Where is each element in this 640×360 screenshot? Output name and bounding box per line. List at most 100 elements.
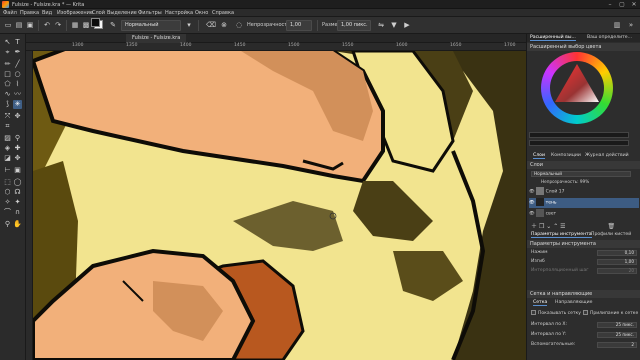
ellipse-select-icon[interactable]: ◯ [13,178,22,187]
color-swatch-strip[interactable] [529,140,629,146]
preserve-alpha-icon[interactable]: ⊗ [219,20,229,30]
colorize-mask-icon[interactable]: ◈ [3,144,12,153]
tab-grid[interactable]: Сетка [533,300,548,306]
freehand-path-icon[interactable]: 〰 [13,90,22,99]
menu-file[interactable]: Файл [3,10,17,16]
workspace-icon[interactable]: ▥ [612,20,622,30]
pan-icon[interactable]: ✋ [13,220,22,229]
chevron-right-icon[interactable]: » [626,20,636,30]
menu-layer[interactable]: Слой [92,10,105,16]
measure-icon[interactable]: ⊢ [3,166,12,175]
opacity-field[interactable]: 1,00 [286,20,312,31]
layer-opacity[interactable]: Непрозрачность: 99% [541,178,589,186]
rect-select-icon[interactable]: ⬚ [3,178,12,187]
reference-image-icon[interactable]: ▣ [13,166,22,175]
bezier-select-icon[interactable]: ⌒ [3,208,12,217]
layer-row[interactable]: 👁 Слой 17 [529,187,639,197]
wrap-around-icon[interactable]: ▼ [389,20,399,30]
contiguous-select-icon[interactable]: ✧ [3,198,12,207]
move-up-icon[interactable]: ⌃ [553,223,558,230]
save-icon[interactable]: ▣ [25,20,35,30]
menu-view[interactable]: Вид [42,10,52,16]
tab-undo-history[interactable]: Журнал действий [585,153,629,158]
maximize-button[interactable]: ▢ [616,0,628,9]
color-triangle[interactable] [541,52,613,124]
minimize-button[interactable]: – [604,0,616,9]
document-tab[interactable]: Fulsize - Fulsize.kra [126,34,187,43]
gradient-tool-icon[interactable]: ▨ [3,134,12,143]
menu-edit[interactable]: Правка [20,10,39,16]
close-button[interactable]: ✕ [628,0,640,9]
multibrush-icon[interactable]: ✳ [13,100,22,109]
menu-filters[interactable]: Фильтры [138,10,162,16]
eye-icon[interactable]: 👁 [529,212,535,217]
color-wheel[interactable] [541,52,613,124]
open-document-icon[interactable]: ▤ [14,20,24,30]
gradient-icon[interactable]: ▦ [70,20,80,30]
copy-layer-icon[interactable]: ❐ [539,223,544,230]
delete-layer-icon[interactable]: 🗑 [607,223,615,230]
properties-icon[interactable]: ☰ [560,223,565,230]
crop-icon[interactable]: ⌗ [3,122,12,131]
layer-row[interactable]: 👁 свет [529,209,639,219]
add-layer-icon[interactable]: ＋ [531,223,537,230]
layer-row-selected[interactable]: 👁 тень [529,198,639,208]
menu-window[interactable]: Окно [195,10,208,16]
blend-mode-select[interactable]: Нормальный [121,20,181,31]
layer-blend-mode[interactable]: Нормальный [531,171,631,177]
polygon-select-icon[interactable]: ⬡ [3,188,12,197]
color-picker-icon[interactable]: ⚲ [13,134,22,143]
tab-compositions[interactable]: Композиции [551,153,581,158]
rectangle-tool-icon[interactable]: □ [3,70,12,79]
show-grid-checkbox[interactable]: Показывать сетку [531,310,583,318]
calligraphy-icon[interactable]: ✒ [13,48,22,57]
size-field[interactable]: 1,00 пикс. [337,20,371,31]
flip-icon[interactable]: ▶ [402,20,412,30]
grid-spacing-x[interactable]: 25 пикс. [597,322,637,328]
magnetic-select-icon[interactable]: ∩ [13,208,22,217]
param-field[interactable]: 20 [597,268,637,274]
dynamic-brush-icon[interactable]: ⟆ [3,100,12,109]
chevron-down-icon[interactable]: ▾ [184,20,194,30]
fill-tool-icon[interactable]: ◪ [3,154,12,163]
param-field[interactable]: 1,00 [597,259,637,265]
drawing-canvas[interactable] [33,51,526,360]
menu-settings[interactable]: Настройка [165,10,193,16]
eraser-mode-icon[interactable]: ⌫ [206,20,216,30]
move-down-icon[interactable]: ⌄ [546,223,551,230]
foreground-color-swatch[interactable] [91,18,100,27]
undo-icon[interactable]: ↶ [42,20,52,30]
menu-select[interactable]: Выделение [107,10,137,16]
bezier-tool-icon[interactable]: ∿ [3,90,12,99]
tab-advanced-color[interactable]: Расширенный вы... [530,35,576,41]
pressure-icon[interactable]: ◌ [234,20,244,30]
move-icon[interactable]: ✥ [13,112,22,121]
param-field[interactable]: 0,10 [597,250,637,256]
new-document-icon[interactable]: ▭ [3,20,13,30]
pattern-icon[interactable]: ▩ [81,20,91,30]
menu-help[interactable]: Справка [212,10,234,16]
eye-icon[interactable]: 👁 [529,190,535,195]
similar-select-icon[interactable]: ✦ [13,198,22,207]
menu-image[interactable]: Изображение [57,10,93,16]
color-history-strip[interactable] [529,132,629,138]
snap-grid-checkbox[interactable]: Прилипание к сетке [583,310,639,318]
select-shape-icon[interactable]: ↖ [3,38,12,47]
tab-specific-color[interactable]: Ваш определите... [587,35,632,40]
tab-brush-presets[interactable]: Профили кистей [591,232,631,237]
grid-spacing-y[interactable]: 25 пикс. [597,332,637,338]
line-tool-icon[interactable]: ╱ [13,60,22,69]
freehand-brush-icon[interactable]: ✏ [3,60,12,69]
polyline-tool-icon[interactable]: ⌇ [13,80,22,89]
tab-guides[interactable]: Направляющие [555,300,592,305]
assistant-tool-icon[interactable]: ✥ [13,154,22,163]
freehand-select-icon[interactable]: ☊ [13,188,22,197]
polygon-tool-icon[interactable]: ⬠ [3,80,12,89]
zoom-icon[interactable]: ⚲ [3,220,12,229]
ellipse-tool-icon[interactable]: ○ [13,70,22,79]
edit-shape-icon[interactable]: ⌖ [3,48,12,57]
tab-tool-options[interactable]: Параметры инструмента [531,232,592,238]
smart-patch-icon[interactable]: ✚ [13,144,22,153]
tab-layers[interactable]: Слои [533,153,545,159]
transform-icon[interactable]: ⤧ [3,112,12,121]
